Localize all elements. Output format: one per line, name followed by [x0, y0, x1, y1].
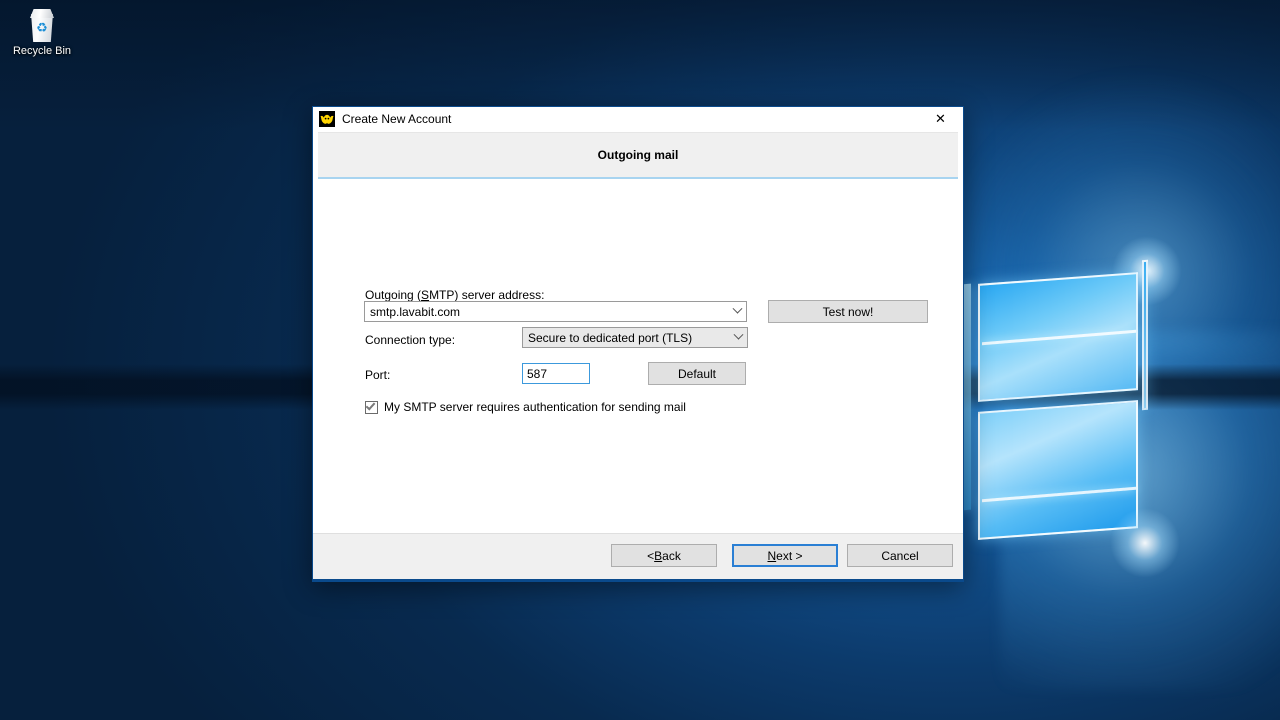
port-label: Port: — [365, 368, 391, 382]
desktop-icon-label: Recycle Bin — [12, 45, 72, 57]
windows-logo — [960, 236, 1280, 580]
dialog-title: Create New Account — [342, 112, 452, 126]
bin-lid-shape — [30, 9, 54, 18]
dialog-bottom-accent — [313, 579, 963, 581]
cancel-button[interactable]: Cancel — [847, 544, 953, 567]
logo-pane-top-right — [1142, 259, 1148, 411]
connection-type-combobox[interactable]: Secure to dedicated port (TLS) — [522, 327, 748, 348]
desktop: ♻ Recycle Bin Create New Account ✕ Outgo… — [0, 0, 1280, 720]
accel-b: B — [654, 548, 663, 563]
next-button[interactable]: Next > — [732, 544, 838, 567]
default-port-button[interactable]: Default — [648, 362, 746, 385]
back-button[interactable]: < Back — [611, 544, 717, 567]
outgoing-server-value: smtp.lavabit.com — [370, 304, 461, 319]
close-icon[interactable]: ✕ — [918, 107, 963, 131]
checkmark-icon — [365, 399, 376, 411]
smtp-auth-checkbox[interactable] — [365, 399, 378, 414]
logo-flare-bottom — [1110, 508, 1180, 578]
connection-type-label: Connection type: — [365, 333, 456, 347]
chevron-down-icon[interactable] — [729, 302, 746, 321]
recycle-symbol-icon: ♻ — [36, 20, 48, 35]
desktop-icon-recycle-bin[interactable]: ♻ Recycle Bin — [4, 6, 80, 70]
logo-pane-bottom-left — [978, 400, 1138, 540]
dialog-content: Outgoing (SMTP) server address: smtp.lav… — [313, 179, 963, 533]
create-new-account-dialog: Create New Account ✕ Outgoing mail Outgo… — [312, 106, 964, 582]
accel-n: N — [767, 548, 777, 563]
test-now-button[interactable]: Test now! — [768, 300, 928, 323]
outgoing-server-combobox[interactable]: smtp.lavabit.com — [364, 301, 747, 322]
bat-icon — [319, 111, 335, 127]
connection-type-value: Secure to dedicated port (TLS) — [528, 330, 693, 345]
page-title: Outgoing mail — [597, 148, 679, 162]
port-input[interactable]: 587 — [522, 363, 590, 384]
dialog-titlebar[interactable]: Create New Account ✕ — [313, 107, 963, 132]
dialog-footer: < Back Next > Cancel — [313, 533, 963, 581]
accel-s: S — [421, 288, 430, 302]
outgoing-server-label: Outgoing (SMTP) server address: — [365, 288, 545, 302]
dialog-header-panel: Outgoing mail — [318, 132, 958, 179]
chevron-down-icon[interactable] — [730, 328, 747, 347]
smtp-auth-checkbox-label[interactable]: My SMTP server requires authentication f… — [384, 400, 686, 414]
smtp-auth-checkbox-row[interactable]: My SMTP server requires authentication f… — [365, 399, 686, 414]
recycle-bin-icon: ♻ — [27, 8, 57, 42]
